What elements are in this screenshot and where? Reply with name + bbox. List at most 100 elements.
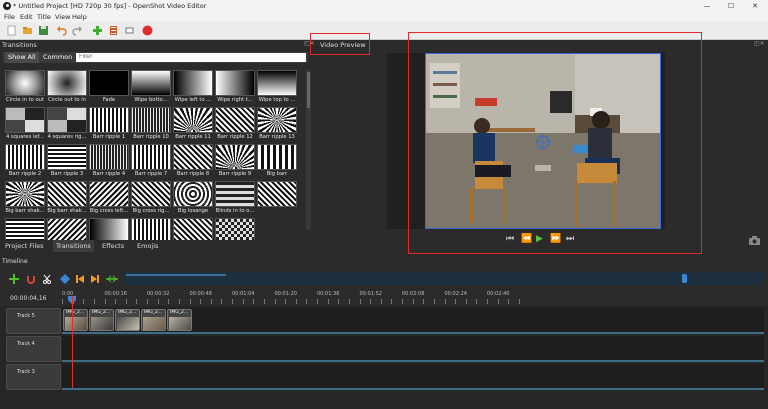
- timeline-clip[interactable]: IMG_2...: [63, 309, 88, 331]
- timeline-clip[interactable]: IMG_2...: [89, 309, 114, 331]
- fullscreen-icon[interactable]: [124, 25, 135, 36]
- transition-item[interactable]: Big barr shak...: [4, 181, 46, 217]
- timeline-clip[interactable]: IMG_2...: [115, 309, 140, 331]
- timeline-zoom-scrollbar[interactable]: [124, 272, 764, 285]
- transition-item[interactable]: Barr ripple 12: [214, 107, 256, 143]
- transition-item[interactable]: Barr ripple 4: [88, 144, 130, 180]
- zoom-range: [126, 274, 226, 276]
- tab-emojis[interactable]: Emojis: [134, 240, 161, 252]
- track-header[interactable]: Track 4: [6, 336, 61, 362]
- razor-icon[interactable]: [42, 274, 52, 284]
- maximize-button[interactable]: ☐: [719, 0, 743, 12]
- zoom-handle[interactable]: [682, 274, 687, 283]
- scrollbar-thumb[interactable]: [307, 72, 310, 108]
- transition-item[interactable]: Big cross left...: [88, 181, 130, 217]
- center-playhead-icon[interactable]: [106, 274, 118, 284]
- timeline-clip[interactable]: IMG_2...: [167, 309, 192, 331]
- ruler-time-label: 00:01:20: [274, 291, 297, 297]
- transition-thumbnail: [89, 144, 129, 170]
- filter-input[interactable]: [76, 53, 306, 62]
- transition-label: Barr ripple 10: [133, 134, 169, 140]
- minimize-button[interactable]: —: [695, 0, 719, 12]
- ruler-tick: [93, 299, 95, 304]
- transition-item[interactable]: Blinds in to o...: [214, 181, 256, 217]
- ruler-tick: [62, 299, 63, 304]
- common-button[interactable]: Common: [40, 52, 75, 63]
- menu-file[interactable]: File: [4, 12, 15, 22]
- transition-item[interactable]: Barr ripple 3: [46, 144, 88, 180]
- transition-item[interactable]: Barr ripple 8: [172, 144, 214, 180]
- transition-item[interactable]: Wipe top to ...: [256, 70, 298, 106]
- add-track-icon[interactable]: [9, 274, 19, 284]
- transitions-scrollbar[interactable]: [306, 70, 311, 230]
- transition-item[interactable]: Wipe botto...: [130, 70, 172, 106]
- transition-item[interactable]: 4 squares lef...: [4, 107, 46, 143]
- transition-label: Barr ripple 3: [50, 171, 84, 177]
- timeline-ruler[interactable]: 00:00:04,16 0:00 00:00:16 00:00:32 00:00:48…: [0, 290, 768, 306]
- add-marker-icon[interactable]: [60, 274, 70, 284]
- track-lane[interactable]: [62, 364, 764, 390]
- undo-icon[interactable]: [56, 25, 67, 36]
- transition-thumbnail: [89, 107, 129, 133]
- camera-icon[interactable]: [749, 236, 760, 245]
- transition-item[interactable]: Barr ripple 2: [4, 144, 46, 180]
- transition-item[interactable]: Wipe left to ...: [172, 70, 214, 106]
- tab-effects[interactable]: Effects: [99, 240, 127, 252]
- track-header[interactable]: Track 3: [6, 364, 61, 390]
- transition-item[interactable]: Big losange: [172, 181, 214, 217]
- transition-thumbnail: [47, 107, 87, 133]
- clip-thumbnail: [65, 317, 87, 330]
- menu-title[interactable]: Title: [37, 12, 51, 22]
- menu-view[interactable]: View: [55, 12, 70, 22]
- import-files-icon[interactable]: [92, 25, 103, 36]
- transition-item[interactable]: Big barr: [256, 144, 298, 180]
- transition-label: 4 squares rig...: [47, 134, 87, 140]
- show-all-button[interactable]: Show All: [5, 52, 39, 63]
- transition-label: Wipe botto...: [134, 97, 168, 103]
- export-video-icon[interactable]: [142, 25, 153, 36]
- transition-item[interactable]: Big cross rig...: [130, 181, 172, 217]
- highlight-box-video: [408, 32, 702, 254]
- transition-item[interactable]: Circle in to out: [4, 70, 46, 106]
- menu-help[interactable]: Help: [72, 12, 87, 22]
- transition-item[interactable]: Circle out to in: [46, 70, 88, 106]
- timeline-clip[interactable]: IMG_2...: [141, 309, 166, 331]
- transitions-filter-row: Show All Common: [3, 52, 308, 63]
- snapping-icon[interactable]: [26, 274, 36, 284]
- transition-item[interactable]: Barr ripple 1: [88, 107, 130, 143]
- ruler-tick: [402, 299, 403, 304]
- preview-float-close-icon[interactable]: ◰✕: [754, 40, 765, 47]
- transition-thumbnail: [257, 70, 297, 96]
- track-lane[interactable]: [62, 336, 764, 362]
- transition-item[interactable]: 4 squares rig...: [46, 107, 88, 143]
- transition-item[interactable]: Barr ripple 9: [214, 144, 256, 180]
- track-5[interactable]: Track 5 IMG_2... IMG_2... IMG_2... IMG_2...…: [6, 308, 764, 334]
- new-project-icon[interactable]: [6, 25, 17, 36]
- track-header[interactable]: Track 5: [6, 308, 61, 334]
- clip-thumbnail: [143, 317, 165, 330]
- ruler-time-label: 00:01:52: [359, 291, 382, 297]
- track-lane[interactable]: IMG_2... IMG_2... IMG_2... IMG_2... IMG_2...: [62, 308, 764, 334]
- previous-marker-icon[interactable]: [75, 274, 85, 284]
- close-button[interactable]: ✕: [743, 0, 767, 12]
- transition-item[interactable]: Barr ripple 10: [130, 107, 172, 143]
- menu-edit[interactable]: Edit: [20, 12, 33, 22]
- track-name: Track 5: [17, 313, 35, 319]
- open-project-icon[interactable]: [22, 25, 33, 36]
- tab-project-files[interactable]: Project Files: [2, 240, 47, 252]
- transition-item[interactable]: Big barr shak...: [46, 181, 88, 217]
- transition-item[interactable]: Barr ripple 7: [130, 144, 172, 180]
- save-project-icon[interactable]: [38, 25, 49, 36]
- track-3[interactable]: Track 3: [6, 364, 764, 390]
- transition-item[interactable]: Fade: [88, 70, 130, 106]
- transition-item[interactable]: Barr ripple 13: [256, 107, 298, 143]
- tab-transitions[interactable]: Transitions: [53, 240, 94, 252]
- transition-item[interactable]: [256, 181, 298, 217]
- next-marker-icon[interactable]: [90, 274, 100, 284]
- transition-thumbnail: [173, 70, 213, 96]
- transition-item[interactable]: Wipe right t...: [214, 70, 256, 106]
- transition-item[interactable]: Barr ripple 11: [172, 107, 214, 143]
- track-4[interactable]: Track 4: [6, 336, 764, 362]
- redo-icon[interactable]: [72, 25, 83, 36]
- choose-profile-icon[interactable]: [108, 25, 119, 36]
